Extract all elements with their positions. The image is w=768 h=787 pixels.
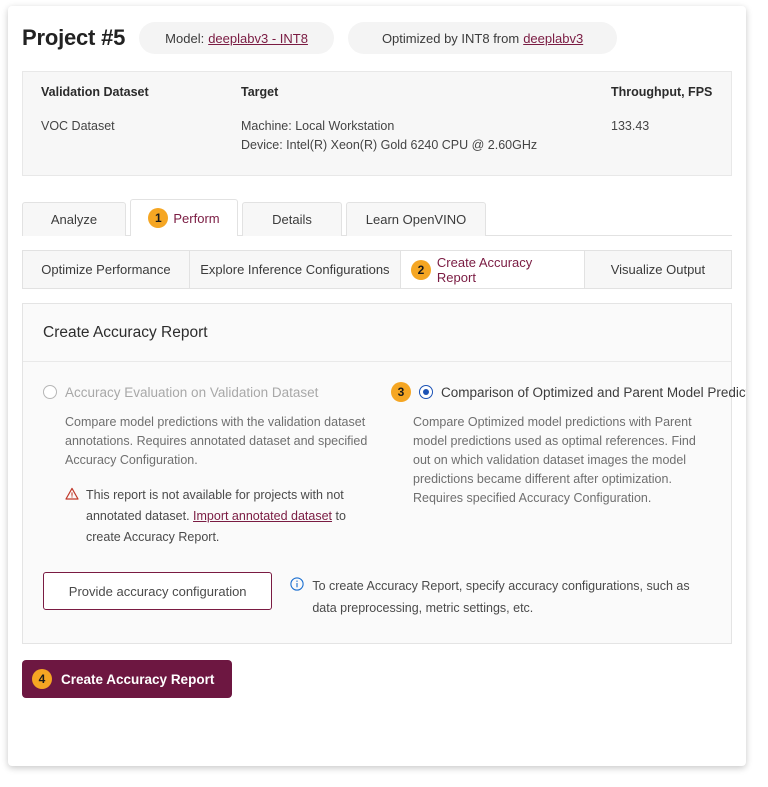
accuracy-evaluation-warning-text: This report is not available for project…	[86, 485, 365, 548]
option-comparison-predictions-description: Compare Optimized model predictions with…	[413, 415, 696, 505]
create-accuracy-report-button[interactable]: 4 Create Accuracy Report	[22, 660, 233, 698]
project-card: Project #5 Model: deeplabv3 - INT8 Optim…	[8, 6, 746, 766]
optimized-chip-prefix: Optimized by INT8 from	[381, 30, 520, 46]
tab-analyze[interactable]: Analyze	[22, 202, 126, 236]
create-accuracy-report-panel: Create Accuracy Report Accuracy Evaluati…	[22, 303, 746, 644]
subtab-explore-inference-configurations[interactable]: Explore Inference Configurations	[190, 251, 401, 288]
tab-details-label: Details	[272, 212, 312, 227]
tab-perform-label: Perform	[173, 210, 220, 226]
radio-comparison-predictions[interactable]	[419, 385, 433, 399]
option-accuracy-evaluation-label: Accuracy Evaluation on Validation Datase…	[65, 384, 319, 400]
option-comparison-predictions-header[interactable]: 3 Comparison of Optimized and Parent Mod…	[391, 381, 746, 403]
warning-triangle-icon	[65, 487, 79, 548]
subtab-visualize-output[interactable]: Visualize Output	[585, 251, 731, 288]
model-chip[interactable]: Model: deeplabv3 - INT8	[139, 22, 334, 54]
step-badge-4: 4	[32, 669, 52, 689]
value-target: Machine: Local Workstation Device: Intel…	[241, 117, 611, 155]
secondary-tabs: Optimize Performance Explore Inference C…	[22, 250, 732, 289]
column-header-target: Target	[241, 85, 279, 99]
tab-analyze-label: Analyze	[50, 212, 98, 227]
radio-accuracy-evaluation[interactable]	[43, 385, 57, 399]
primary-tabs: Analyze 1 Perform Details Learn OpenVINO	[22, 199, 732, 236]
value-target-device: Device: Intel(R) Xeon(R) Gold 6240 CPU @…	[241, 138, 538, 152]
step-badge-2: 2	[410, 259, 431, 280]
model-chip-prefix: Model:	[165, 30, 205, 46]
tab-perform[interactable]: 1 Perform	[130, 199, 238, 236]
option-accuracy-evaluation[interactable]: Accuracy Evaluation on Validation Datase…	[43, 381, 377, 548]
value-target-machine: Machine: Local Workstation	[241, 119, 395, 133]
card-header: Project #5 Model: deeplabv3 - INT8 Optim…	[8, 6, 746, 54]
page-root: Project #5 Model: deeplabv3 - INT8 Optim…	[0, 0, 768, 787]
info-circle-icon	[290, 577, 304, 619]
page-title: Project #5	[22, 25, 126, 50]
subtab-optimize-performance[interactable]: Optimize Performance	[23, 251, 190, 288]
option-comparison-predictions[interactable]: 3 Comparison of Optimized and Parent Mod…	[377, 381, 746, 548]
value-throughput: 133.43	[611, 119, 650, 133]
primary-action-row: 4 Create Accuracy Report	[22, 660, 746, 698]
accuracy-configuration-note: To create Accuracy Report, specify accur…	[290, 575, 711, 619]
optimized-chip[interactable]: Optimized by INT8 from deeplabv3	[347, 22, 618, 54]
tab-learn-openvino-label: Learn OpenVINO	[365, 212, 467, 227]
optimized-chip-link[interactable]: deeplabv3	[523, 31, 583, 46]
create-accuracy-report-button-label: Create Accuracy Report	[61, 671, 215, 687]
provide-accuracy-configuration-button[interactable]: Provide accuracy configuration	[43, 572, 273, 610]
option-accuracy-evaluation-header[interactable]: Accuracy Evaluation on Validation Datase…	[43, 381, 377, 403]
option-accuracy-evaluation-description: Compare model predictions with the valid…	[65, 415, 368, 467]
subtab-explore-inference-configurations-label: Explore Inference Configurations	[200, 262, 390, 277]
subtab-optimize-performance-label: Optimize Performance	[41, 262, 171, 277]
column-header-throughput: Throughput, FPS	[611, 85, 713, 99]
tab-learn-openvino[interactable]: Learn OpenVINO	[346, 202, 486, 236]
accuracy-configuration-note-text: To create Accuracy Report, specify accur…	[312, 579, 690, 615]
accuracy-configuration-row: Provide accuracy configuration To create…	[43, 572, 711, 643]
subtab-visualize-output-label: Visualize Output	[610, 262, 706, 277]
report-panel-title: Create Accuracy Report	[23, 304, 731, 362]
subtab-create-accuracy-report[interactable]: 2 Create Accuracy Report	[400, 251, 585, 288]
accuracy-evaluation-warning: This report is not available for project…	[65, 485, 365, 548]
import-annotated-dataset-link[interactable]: Import annotated dataset	[193, 509, 332, 523]
step-badge-1: 1	[148, 208, 169, 228]
model-info-panel: Validation Dataset Target Throughput, FP…	[22, 71, 732, 176]
step-badge-3: 3	[391, 382, 411, 402]
tab-details[interactable]: Details	[242, 202, 342, 236]
subtab-create-accuracy-report-label: Create Accuracy Report	[436, 254, 533, 285]
column-header-validation-dataset: Validation Dataset	[41, 85, 149, 99]
option-comparison-predictions-label: Comparison of Optimized and Parent Model…	[441, 384, 746, 400]
model-chip-link[interactable]: deeplabv3 - INT8	[208, 31, 308, 46]
value-validation-dataset: VOC Dataset	[41, 119, 115, 133]
model-info-grid: Validation Dataset Target Throughput, FP…	[41, 85, 713, 155]
report-options: Accuracy Evaluation on Validation Datase…	[23, 362, 746, 548]
